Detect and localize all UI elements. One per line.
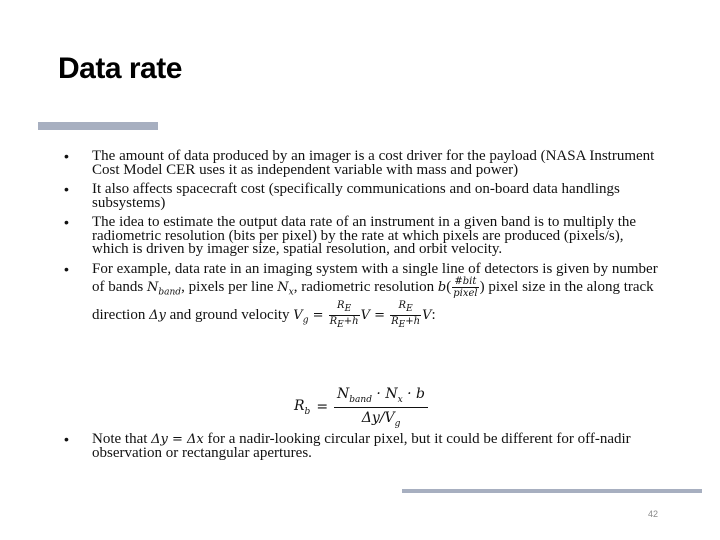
bullet-dot: •	[64, 181, 69, 197]
bullet-dot: •	[64, 214, 69, 230]
math-nband: Nband	[147, 279, 182, 298]
bullet-list: • The amount of data produced by an imag…	[62, 148, 662, 355]
page-title: Data rate	[58, 52, 182, 85]
bullet-item: • Note that Δy = Δx for a nadir-looking …	[64, 431, 631, 461]
bullet-item: • The amount of data produced by an imag…	[62, 148, 662, 178]
bullet-dot: •	[64, 431, 69, 447]
math-nx: Nx	[277, 279, 294, 298]
math-re-ratio: RE RE+h	[328, 300, 360, 331]
bullet-dot: •	[64, 260, 69, 277]
bullet-dot: •	[64, 148, 69, 164]
math-re-ratio-2: RE RE+h	[390, 300, 422, 331]
math-bits-per-pixel: #bit pixel	[452, 276, 479, 299]
title-underline-bar	[38, 122, 158, 130]
bullet-text: It also affects spacecraft cost (specifi…	[92, 181, 620, 211]
math-dy: Δy	[149, 307, 166, 323]
bullet-text: The amount of data produced by an imager…	[92, 148, 655, 178]
bullet-item: • It also affects spacecraft cost (speci…	[62, 181, 662, 211]
math-vg: Vg	[293, 307, 309, 326]
bullet-item: • For example, data rate in an imaging s…	[64, 260, 658, 331]
slide-number: 42	[648, 509, 659, 519]
bullet-item: • The idea to estimate the output data r…	[62, 214, 662, 257]
equation-fraction: Nband · Nx · b Δy/Vg	[334, 386, 428, 429]
math-b: b	[437, 279, 447, 295]
equation-lhs: Rb	[294, 397, 311, 417]
data-rate-equation: Rb = Nband · Nx · b Δy/Vg	[294, 386, 428, 429]
bullet-text: The idea to estimate the output data rat…	[92, 214, 637, 257]
footer-bar	[402, 489, 702, 493]
